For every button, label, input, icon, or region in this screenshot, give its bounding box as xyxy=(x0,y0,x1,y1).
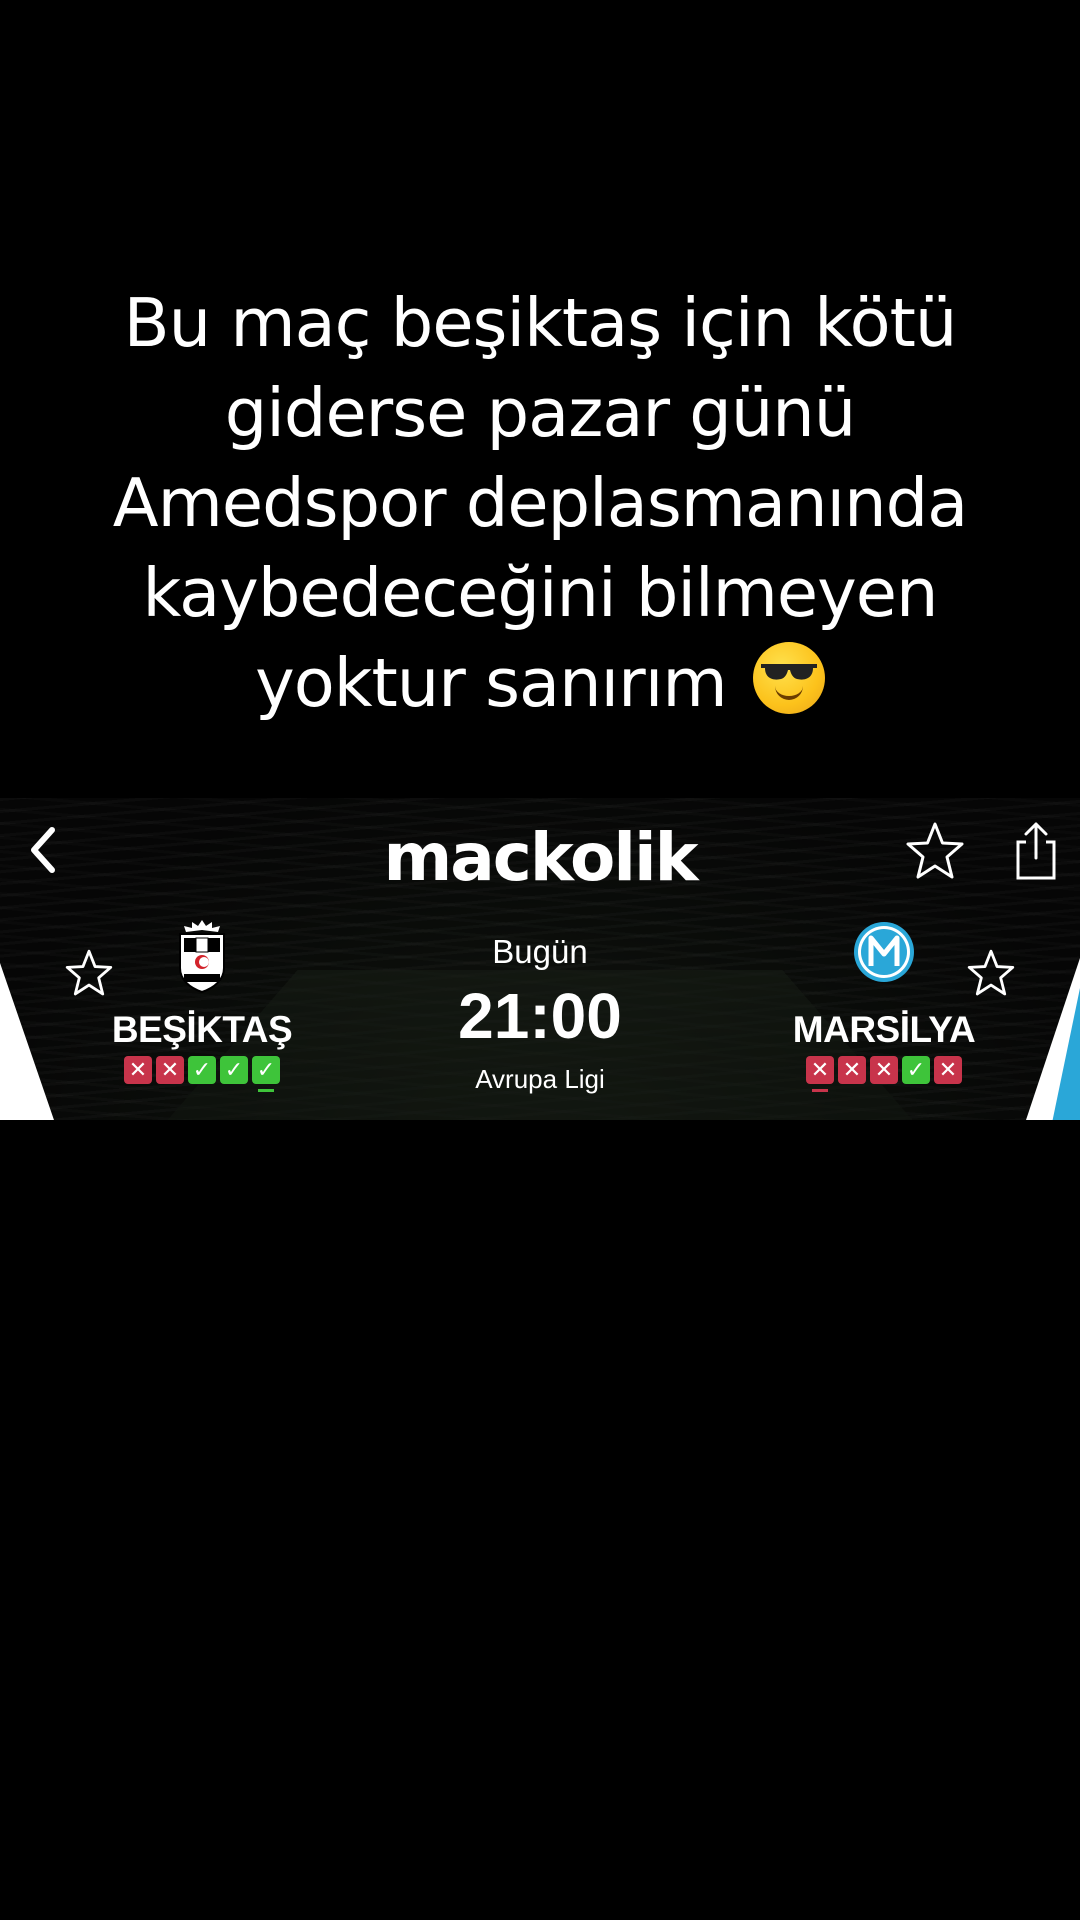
form-loss-badge: ✕ xyxy=(124,1056,152,1084)
caption-overlay: Bu maç beşiktaş için kötü giderse pazar … xyxy=(40,278,1040,728)
back-button[interactable] xyxy=(18,820,68,880)
share-button[interactable] xyxy=(1012,820,1060,882)
away-team[interactable]: MARSİLYA ✕ ✕ ✕ ✓ ✕ xyxy=(764,916,1004,1092)
form-win-badge: ✓ xyxy=(188,1056,216,1084)
away-team-name: MARSİLYA xyxy=(792,1009,976,1050)
besiktas-crest-icon xyxy=(179,920,225,994)
caption-line-2: giderse pazar günü xyxy=(224,374,856,452)
match-time: 21:00 xyxy=(458,980,622,1052)
match-header-banner: mackolik BEŞİKTAŞ ✕ ✕ ✓ ✓ ✓ Bugün 21:00 … xyxy=(0,798,1080,1120)
form-loss-badge: ✕ xyxy=(156,1056,184,1084)
form-win-badge: ✓ xyxy=(902,1056,930,1084)
sunglasses-emoji-icon xyxy=(752,642,825,714)
favorite-match-button[interactable] xyxy=(904,820,966,882)
caption-line-5: yoktur sanırım xyxy=(255,644,727,722)
star-outline-icon xyxy=(906,822,964,879)
home-team-name: BEŞİKTAŞ xyxy=(111,1009,293,1050)
share-icon xyxy=(1016,822,1056,880)
form-loss-badge: ✕ xyxy=(870,1056,898,1084)
match-day: Bugün xyxy=(492,933,588,970)
caption-line-4: kaybedeceğini bilmeyen xyxy=(142,554,939,632)
form-loss-badge: ✕ xyxy=(838,1056,866,1084)
caption-line-3: Amedspor deplasmanında xyxy=(112,464,968,542)
form-win-badge-latest: ✓ xyxy=(252,1056,280,1092)
chevron-left-icon xyxy=(31,827,55,873)
caption-line-1: Bu maç beşiktaş için kötü xyxy=(123,284,958,362)
form-loss-badge: ✕ xyxy=(934,1056,962,1084)
away-team-form: ✕ ✕ ✕ ✓ ✕ xyxy=(764,1056,1004,1092)
home-team[interactable]: BEŞİKTAŞ ✕ ✕ ✓ ✓ ✓ xyxy=(82,916,322,1092)
home-team-form: ✕ ✕ ✓ ✓ ✓ xyxy=(82,1056,322,1092)
marseille-crest-icon xyxy=(854,922,914,982)
caption-line-5-wrap: yoktur sanırım xyxy=(40,638,1040,728)
mackolik-logo: mackolik xyxy=(383,819,698,896)
competition-name[interactable]: Avrupa Ligi xyxy=(390,1062,690,1096)
match-info: Bugün 21:00 Avrupa Ligi xyxy=(390,932,690,1096)
form-win-badge: ✓ xyxy=(220,1056,248,1084)
form-loss-badge-latest: ✕ xyxy=(806,1056,834,1092)
